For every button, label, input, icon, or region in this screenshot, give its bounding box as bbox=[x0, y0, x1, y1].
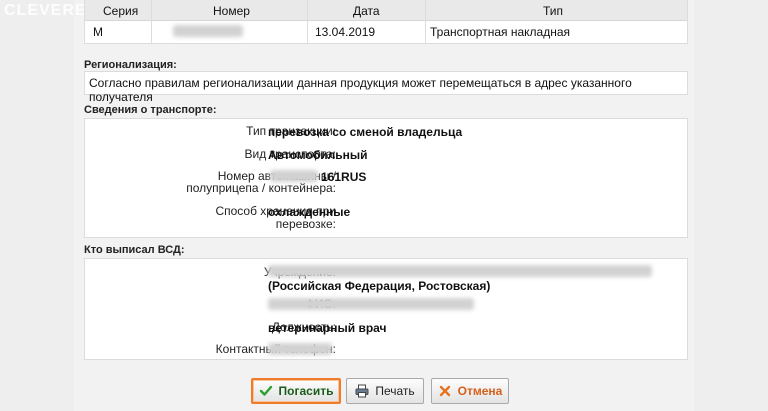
checkmark-icon bbox=[259, 384, 273, 398]
cell-date: 13.04.2019 bbox=[315, 25, 376, 39]
table-header bbox=[85, 0, 687, 21]
institution-value: (Российская Федерация, Ростовская) bbox=[268, 279, 491, 293]
cross-icon bbox=[438, 384, 452, 398]
cancel-button[interactable]: Отмена bbox=[431, 378, 509, 404]
cell-type: Транспортная накладная bbox=[430, 25, 571, 39]
column-divider bbox=[425, 0, 426, 43]
redacted-number bbox=[173, 25, 243, 37]
redacted-phone bbox=[268, 343, 332, 355]
vehicle-number-label-2: полуприцепа / контейнера: bbox=[186, 181, 336, 195]
column-divider bbox=[307, 0, 308, 43]
regionalization-title: Регионализация: bbox=[84, 59, 177, 71]
column-divider bbox=[151, 0, 152, 43]
printer-icon bbox=[355, 384, 369, 398]
cancel-label: Отмена bbox=[457, 384, 503, 398]
print-label: Печать bbox=[375, 384, 415, 398]
issuer-title: Кто выписал ВСД: bbox=[84, 244, 185, 256]
redacted-fio bbox=[268, 298, 474, 310]
regionalization-box: Согласно правилам регионализации данная … bbox=[84, 71, 688, 104]
repay-button[interactable]: Погасить bbox=[251, 378, 341, 404]
header-type: Тип bbox=[543, 4, 564, 18]
storage-value: охлажденные bbox=[268, 205, 351, 219]
vehicle-value: Автомобильный bbox=[268, 148, 368, 162]
regionalization-text: Согласно правилам регионализации данная … bbox=[89, 76, 632, 104]
repay-label: Погасить bbox=[278, 384, 334, 398]
redacted-institution bbox=[268, 265, 652, 277]
cell-series: М bbox=[93, 25, 103, 39]
redacted-plate bbox=[270, 170, 318, 182]
header-date: Дата bbox=[353, 4, 380, 18]
transaction-value: перевозка со сменой владельца bbox=[268, 125, 463, 139]
print-button[interactable]: Печать bbox=[346, 378, 424, 404]
position-value: ветеринарный врач bbox=[268, 321, 387, 335]
storage-label-2: перевозке: bbox=[275, 217, 336, 231]
header-series: Серия bbox=[103, 4, 139, 18]
documents-table: Серия Номер Дата Тип М 13.04.2019 Трансп… bbox=[84, 0, 688, 44]
vehicle-number-value: 161RUS bbox=[321, 170, 367, 184]
header-number: Номер bbox=[213, 4, 250, 18]
transport-title: Сведения о транспорте: bbox=[84, 104, 217, 116]
